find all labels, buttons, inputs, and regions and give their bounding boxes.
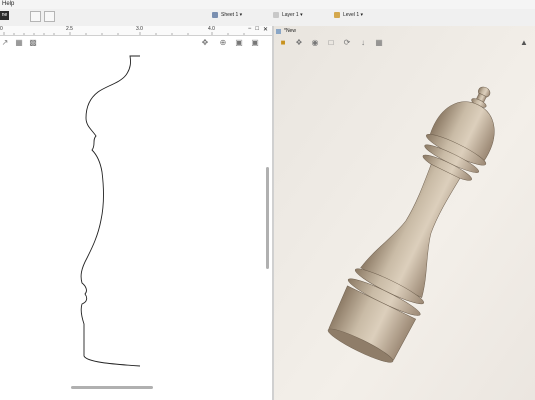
layer-dropdown[interactable]: Layer 1 ▾: [273, 12, 303, 18]
layout-icon[interactable]: [30, 11, 41, 22]
horizontal-scrollbar[interactable]: [71, 386, 153, 389]
main-toolbar: ne Sheet 1 ▾ Layer 1 ▾ Level 1 ▾: [0, 9, 535, 27]
grid-icon[interactable]: ▦: [374, 38, 384, 48]
box-icon[interactable]: □: [326, 38, 336, 48]
3d-view[interactable]: *New ■ ❖ ◉ □ ⟳ ↓ ▦ ▲: [274, 26, 535, 400]
layer-label: Layer 1 ▾: [282, 12, 303, 18]
profile-drawing[interactable]: [0, 26, 272, 400]
split-view-icon[interactable]: [44, 11, 55, 22]
menu-bar: Help: [0, 0, 535, 9]
level-label: Level 1 ▾: [343, 12, 364, 18]
2d-view[interactable]: 0 2.5 3.0 4.0 − □ ✕ ↗ ▦ ▩ ✥ ⊕ ▣ ▣: [0, 26, 272, 400]
profile-curve: [80, 55, 141, 367]
level-icon: [334, 12, 340, 18]
eye-icon[interactable]: ◉: [310, 38, 320, 48]
layer-icon: [273, 12, 279, 18]
rotate-icon[interactable]: ⟳: [342, 38, 352, 48]
3d-view-tab[interactable]: *New: [276, 26, 296, 36]
sheet-icon: [212, 12, 218, 18]
material-icon[interactable]: ■: [278, 38, 288, 48]
3d-model-render[interactable]: [274, 26, 535, 400]
level-dropdown[interactable]: Level 1 ▾: [334, 12, 363, 18]
sheet-dropdown[interactable]: Sheet 1 ▾: [212, 12, 242, 18]
3d-view-toolbar: ■ ❖ ◉ □ ⟳ ↓ ▦: [274, 37, 535, 51]
3d-background: [274, 26, 535, 400]
layers-icon[interactable]: ❖: [294, 38, 304, 48]
sheet-label: Sheet 1 ▾: [221, 12, 243, 18]
document-icon: [276, 28, 281, 34]
mode-button[interactable]: ne: [0, 11, 9, 20]
vertical-scrollbar[interactable]: [266, 167, 269, 269]
menu-help[interactable]: Help: [2, 1, 14, 7]
shade-icon[interactable]: ▲: [519, 38, 529, 48]
arrow-down-icon[interactable]: ↓: [358, 38, 368, 48]
3d-view-tab-label: *New: [284, 28, 296, 34]
